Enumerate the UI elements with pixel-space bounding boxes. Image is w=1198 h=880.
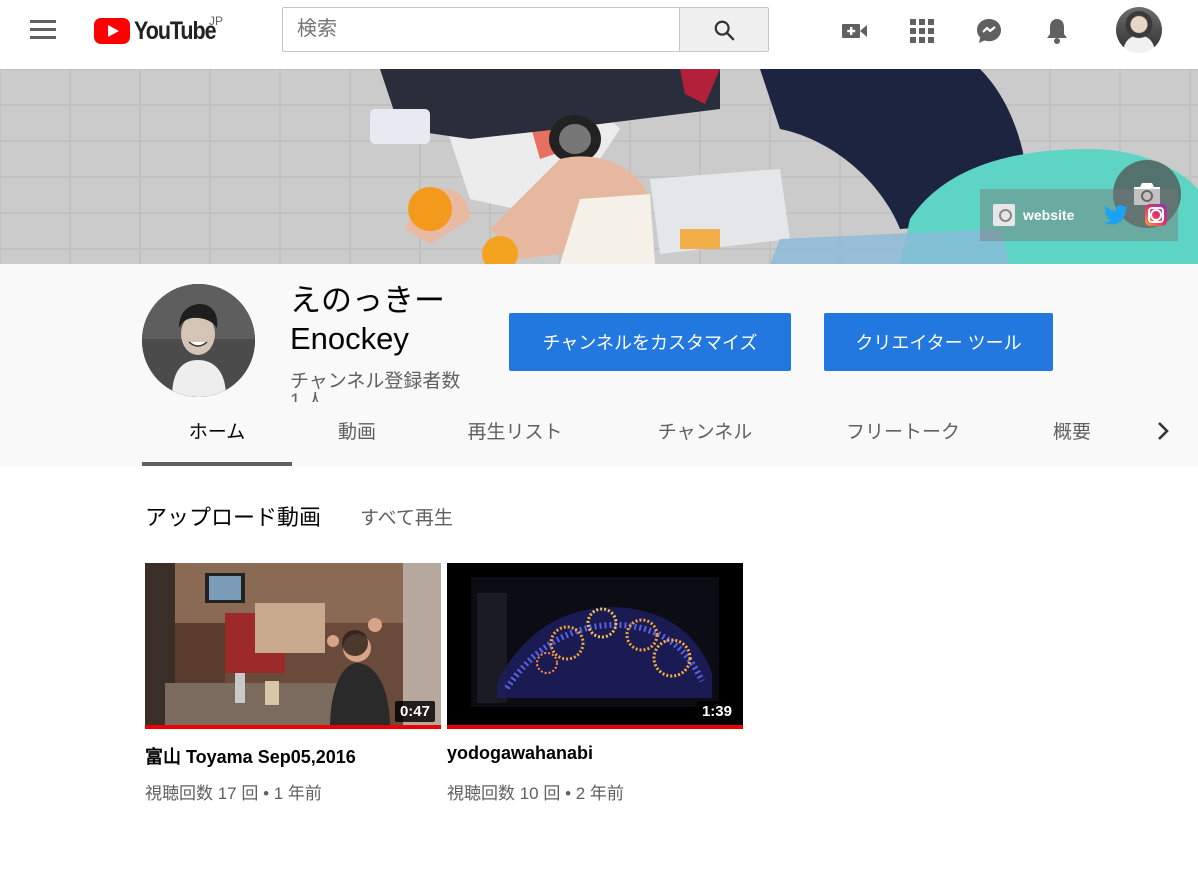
video-duration: 0:47	[394, 701, 435, 722]
customize-channel-button[interactable]: チャンネルをカスタマイズ	[509, 313, 791, 371]
channel-name: えのっきー Enockey	[290, 282, 445, 358]
video-title[interactable]: 富山 Toyama Sep05,2016	[145, 743, 356, 769]
channel-avatar-image	[142, 284, 255, 397]
logo-text: YouTube	[134, 17, 217, 45]
search-button[interactable]	[679, 7, 769, 52]
search-bar	[282, 7, 769, 52]
search-input[interactable]	[282, 7, 679, 52]
video-duration: 1:39	[696, 701, 737, 722]
tab-home[interactable]: ホーム	[142, 394, 292, 466]
notifications-button[interactable]	[1042, 16, 1072, 46]
website-link[interactable]: website	[993, 204, 1074, 226]
account-avatar[interactable]	[1116, 7, 1162, 53]
search-icon	[714, 20, 735, 41]
messages-button[interactable]	[974, 16, 1004, 46]
creator-tools-button[interactable]: クリエイター ツール	[824, 313, 1053, 371]
twitter-link[interactable]	[1104, 205, 1128, 225]
channel-name-latin: Enockey	[290, 321, 409, 356]
create-video-icon	[842, 24, 867, 38]
watched-progress-bar	[145, 725, 441, 729]
channel-avatar[interactable]	[142, 284, 255, 397]
section-title: アップロード動画	[145, 505, 322, 530]
website-link-label: website	[1023, 207, 1075, 223]
youtube-logo[interactable]: YouTube JP	[94, 14, 234, 48]
twitter-icon	[1104, 205, 1128, 225]
notifications-icon	[1047, 19, 1067, 44]
channel-links: website	[980, 189, 1178, 241]
video-thumbnail[interactable]: 1:39	[447, 563, 743, 729]
video-meta: 視聴回数 17 回 • 1 年前	[145, 784, 322, 803]
youtube-play-icon	[94, 18, 130, 44]
play-all-link[interactable]: すべて再生	[360, 503, 453, 530]
logo-region: JP	[209, 14, 224, 28]
channel-header: えのっきー Enockey チャンネル登録者数 1 人 チャンネルをカスタマイズ…	[0, 264, 1198, 466]
tab-channels[interactable]: チャンネル	[630, 394, 780, 466]
subscriber-label: チャンネル登録者数	[290, 371, 461, 392]
tabs-scroll-right-button[interactable]	[1150, 418, 1176, 444]
channel-tabs: ホーム 動画 再生リスト チャンネル フリートーク 概要	[0, 394, 1198, 466]
video-card[interactable]: 0:47 富山 Toyama Sep05,2016 視聴回数 17 回 • 1 …	[145, 563, 441, 803]
channel-name-japanese: えのっきー	[290, 283, 445, 318]
messages-icon	[977, 19, 1001, 43]
instagram-icon[interactable]	[1145, 204, 1167, 226]
menu-icon[interactable]	[30, 20, 56, 40]
create-video-button[interactable]	[840, 16, 870, 46]
video-title[interactable]: yodogawahanabi	[447, 743, 593, 764]
watched-progress-bar	[447, 725, 743, 729]
tab-playlists[interactable]: 再生リスト	[440, 394, 590, 466]
tab-videos[interactable]: 動画	[310, 394, 404, 466]
tab-discussion[interactable]: フリートーク	[820, 394, 986, 466]
apps-icon	[910, 19, 934, 43]
masthead: YouTube JP	[0, 0, 1198, 62]
video-card[interactable]: 1:39 yodogawahanabi 視聴回数 10 回 • 2 年前	[447, 563, 743, 803]
website-favicon-icon	[993, 204, 1015, 226]
video-thumbnail[interactable]: 0:47	[145, 563, 441, 729]
chevron-right-icon	[1158, 422, 1169, 440]
apps-button[interactable]	[907, 16, 937, 46]
tab-about[interactable]: 概要	[1030, 394, 1114, 466]
channel-banner: website	[0, 69, 1198, 264]
video-meta: 視聴回数 10 回 • 2 年前	[447, 784, 624, 803]
